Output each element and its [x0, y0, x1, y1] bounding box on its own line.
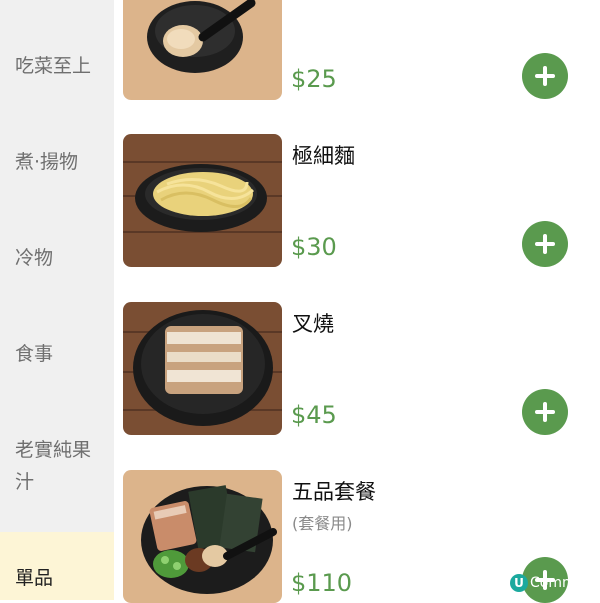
category-item-6-active[interactable]: 單品 [0, 532, 114, 600]
menu-item-1-price: $25 [291, 65, 337, 93]
topping-set-icon [123, 470, 282, 603]
watermark-badge: U [510, 574, 528, 592]
noodles-icon [123, 134, 282, 267]
menu-item-1-add-button[interactable] [522, 53, 568, 99]
category-item-2[interactable]: 煮·揚物 [0, 146, 114, 178]
category-item-5[interactable]: 老實純果汁 [0, 434, 114, 498]
menu-item-2-name: 極細麵 [292, 144, 355, 168]
category-item-4[interactable]: 食事 [0, 338, 114, 370]
egg-bowl-icon [123, 0, 282, 100]
menu-item-2-add-button[interactable] [522, 221, 568, 267]
menu-item-4-image[interactable] [123, 470, 282, 603]
menu-item-1-image[interactable] [123, 0, 282, 100]
menu-item-4-price: $110 [291, 569, 353, 597]
menu-item-3-image[interactable] [123, 302, 282, 435]
watermark: U Comm [510, 572, 576, 594]
menu-item-3-name: 叉燒 [292, 312, 334, 336]
menu-item-2-image[interactable] [123, 134, 282, 267]
category-item-6-label: 單品 [15, 567, 54, 589]
menu-item-4-name: 五品套餐 [292, 480, 376, 504]
menu-item-4-subtitle: (套餐用) [292, 514, 353, 533]
chashu-icon [123, 302, 282, 435]
watermark-text: Comm [530, 575, 576, 591]
category-sidebar: 吃菜至上 煮·揚物 冷物 食事 老實純果汁 單品 [0, 0, 114, 600]
menu-item-3-add-button[interactable] [522, 389, 568, 435]
category-item-1[interactable]: 吃菜至上 [0, 50, 114, 82]
menu-item-3-price: $45 [291, 401, 337, 429]
menu-item-2-price: $30 [291, 233, 337, 261]
category-item-3[interactable]: 冷物 [0, 242, 114, 274]
